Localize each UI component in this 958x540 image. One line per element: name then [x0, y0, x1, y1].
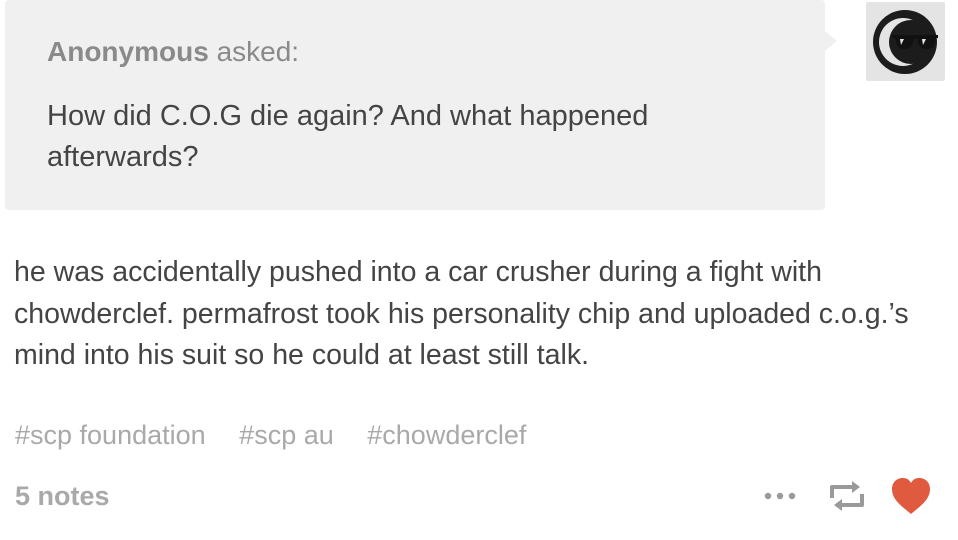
tag-link[interactable]: #scp au [239, 420, 334, 450]
ask-question: How did C.O.G die again? And what happen… [47, 100, 649, 173]
post: Anonymous asked: How did C.O.G die again… [0, 0, 958, 540]
answer-text: he was accidentally pushed into a car cr… [14, 256, 909, 371]
asked-label: asked: [216, 36, 300, 67]
ask-header: Anonymous asked: [47, 36, 299, 68]
tag-link[interactable]: #chowderclef [367, 420, 526, 450]
more-button[interactable] [762, 476, 802, 516]
reblog-button[interactable] [827, 476, 867, 516]
ask-bubble: Anonymous asked: How did C.O.G die again… [5, 0, 825, 210]
ask-bubble-pointer [825, 31, 837, 51]
like-button[interactable] [890, 476, 932, 516]
reblog-icon [830, 481, 864, 511]
sunglasses-moon-avatar-icon [873, 10, 938, 74]
notes-count[interactable]: 5 notes [15, 481, 110, 512]
tag-link[interactable]: #scp foundation [15, 420, 206, 450]
heart-icon [892, 478, 930, 514]
blog-avatar[interactable] [866, 2, 945, 81]
tag-list: #scp foundation #scp au #chowderclef [15, 420, 552, 451]
asker-name[interactable]: Anonymous [47, 36, 209, 67]
more-icon [764, 492, 796, 500]
